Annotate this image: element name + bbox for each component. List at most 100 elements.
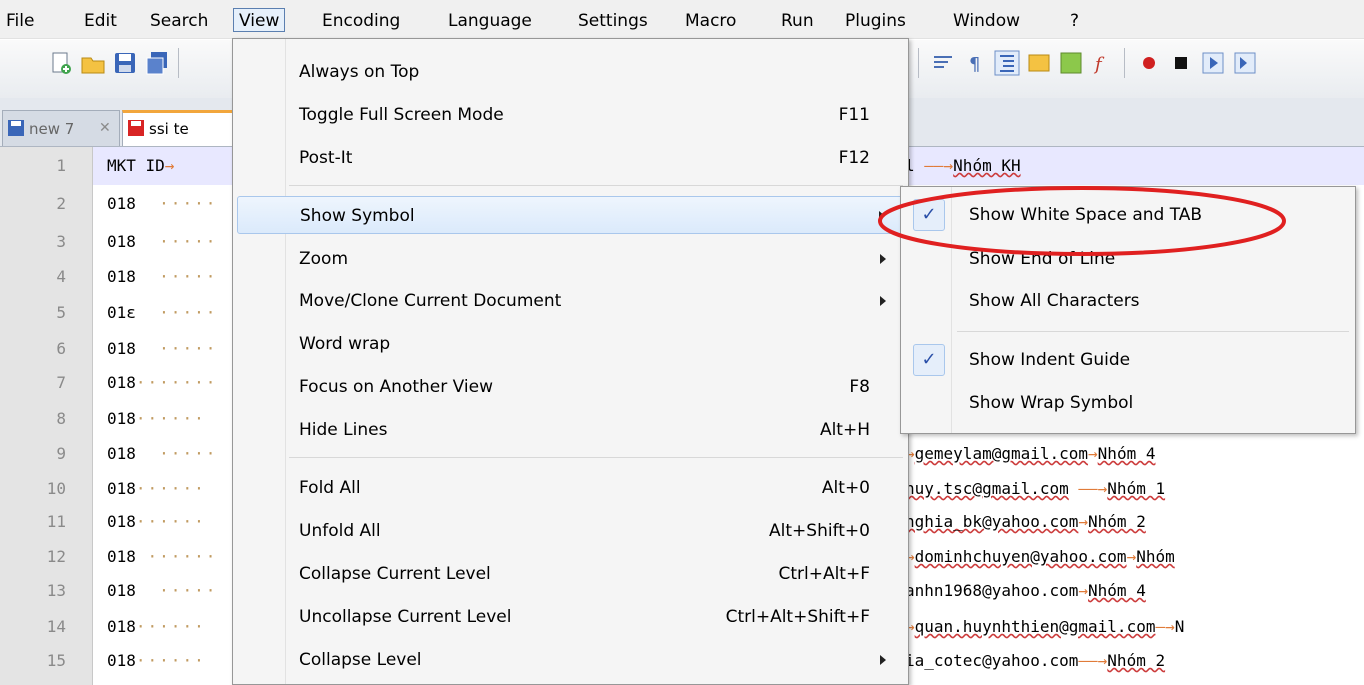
menu-item-shortcut: F8 <box>849 377 870 397</box>
submenu-item-show-end-of-line[interactable]: Show End of Line <box>905 239 1351 279</box>
submenu-arrow-icon <box>880 254 886 264</box>
menu-item-label: Hide Lines <box>299 420 388 440</box>
tab-arrow-icon: → <box>1126 547 1137 566</box>
menu-plugins[interactable]: Plugins <box>845 11 906 31</box>
code-line: 01ε ····· <box>107 303 217 322</box>
whitespace-dots: ····· <box>135 444 218 463</box>
menu-item-focus-another-view[interactable]: Focus on Another View F8 <box>237 368 904 406</box>
code-line: 018 ····· <box>107 444 217 463</box>
code-line: 018 ····· <box>107 581 217 600</box>
save-all-icon[interactable] <box>144 50 170 76</box>
line-number: 2 <box>56 194 66 213</box>
stop-macro-icon[interactable] <box>1168 50 1194 76</box>
code-line-right: l ——→Nhóm KH <box>905 156 1021 175</box>
menu-item-hide-lines[interactable]: Hide Lines Alt+H <box>237 411 904 449</box>
menu-bar: File Edit Search View Encoding Language … <box>0 0 1364 39</box>
menu-language[interactable]: Language <box>448 11 532 31</box>
save-icon[interactable] <box>112 50 138 76</box>
menu-item-post-it[interactable]: Post-It F12 <box>237 139 904 177</box>
tab-label: new 7 <box>29 120 75 138</box>
function-icon[interactable]: f <box>1090 50 1116 76</box>
line-number: 7 <box>56 373 66 392</box>
toolbar-separator <box>918 48 919 78</box>
line-number: 12 <box>46 547 66 566</box>
submenu-item-label: Show All Characters <box>969 291 1140 311</box>
code-value: 018 <box>107 479 136 498</box>
menu-item-shortcut: Ctrl+Alt+Shift+F <box>725 607 870 627</box>
menu-file[interactable]: File <box>6 11 34 31</box>
menu-item-word-wrap[interactable]: Word wrap <box>237 325 904 363</box>
code-line: 018······ <box>107 512 206 531</box>
menu-settings[interactable]: Settings <box>578 11 648 31</box>
menu-item-always-on-top[interactable]: Always on Top <box>237 53 904 91</box>
line-number-gutter: 1 2 3 4 5 6 7 8 9 10 11 12 13 14 15 <box>0 147 93 685</box>
menu-item-toggle-full-screen[interactable]: Toggle Full Screen Mode F11 <box>237 96 904 134</box>
open-file-icon[interactable] <box>80 50 106 76</box>
text-fragment: Nhóm KH <box>953 156 1021 175</box>
function-list-icon[interactable] <box>1058 50 1084 76</box>
new-file-icon[interactable] <box>48 50 74 76</box>
menu-encoding[interactable]: Encoding <box>322 11 400 31</box>
code-line: 018······ <box>107 651 206 670</box>
menu-separator <box>289 185 903 186</box>
menu-item-uncollapse-current-level[interactable]: Uncollapse Current Level Ctrl+Alt+Shift+F <box>237 598 904 636</box>
menu-item-collapse-level[interactable]: Collapse Level <box>237 641 904 679</box>
menu-item-shortcut: Alt+Shift+0 <box>769 521 870 541</box>
menu-item-unfold-all[interactable]: Unfold All Alt+Shift+0 <box>237 512 904 550</box>
toolbar-separator <box>1124 48 1125 78</box>
line-number: 3 <box>56 232 66 251</box>
whitespace-dots: ····· <box>135 267 218 286</box>
indent-guide-icon[interactable] <box>994 50 1020 76</box>
code-line: 018······· <box>107 373 217 392</box>
group-text: Nhóm 1 <box>1107 479 1166 498</box>
menu-macro[interactable]: Macro <box>685 11 736 31</box>
whitespace-dots: ····· <box>135 581 218 600</box>
code-value: 018 <box>107 194 136 213</box>
code-line: 018 ····· <box>107 267 217 286</box>
menu-item-show-symbol[interactable]: Show Symbol <box>237 196 904 234</box>
menu-view[interactable]: View <box>233 8 286 32</box>
whitespace-dots: ····· <box>135 232 218 251</box>
whitespace-dots: ······ <box>135 617 206 636</box>
menu-item-move-clone[interactable]: Move/Clone Current Document <box>237 282 904 320</box>
submenu-item-show-wrap-symbol[interactable]: Show Wrap Symbol <box>905 383 1351 423</box>
run-macro-multiple-icon[interactable] <box>1232 50 1258 76</box>
menu-item-label: Fold All <box>299 478 361 498</box>
code-value: 018 <box>107 547 136 566</box>
whitespace-dots: ······ <box>135 409 206 428</box>
pilcrow-icon[interactable]: ¶ <box>962 50 988 76</box>
menu-item-label: Word wrap <box>299 334 391 354</box>
menu-search[interactable]: Search <box>150 11 208 31</box>
doc-map-icon[interactable] <box>1026 50 1052 76</box>
menu-window[interactable]: Window <box>953 11 1020 31</box>
tab-ssi-te[interactable]: ssi te <box>122 110 234 146</box>
menu-run[interactable]: Run <box>781 11 814 31</box>
menu-item-fold-all[interactable]: Fold All Alt+0 <box>237 469 904 507</box>
code-value: 018 <box>107 267 136 286</box>
tab-arrow-icon: → <box>1088 444 1098 463</box>
menu-help[interactable]: ? <box>1070 11 1079 31</box>
tab-new-7[interactable]: new 7 ✕ <box>2 110 120 146</box>
email-text: dominhchuyen@yahoo.com <box>914 547 1127 566</box>
menu-item-label: Collapse Level <box>299 650 422 670</box>
group-text: Nhóm 2 <box>1107 651 1166 670</box>
menu-item-label: Toggle Full Screen Mode <box>299 105 504 125</box>
menu-item-collapse-current-level[interactable]: Collapse Current Level Ctrl+Alt+F <box>237 555 904 593</box>
play-macro-icon[interactable] <box>1200 50 1226 76</box>
code-line: 018 ····· <box>107 232 217 251</box>
view-menu-dropdown: Always on Top Toggle Full Screen Mode F11… <box>232 38 909 685</box>
line-number: 11 <box>46 512 66 531</box>
submenu-item-show-white-space-tab[interactable]: ✓ Show White Space and TAB <box>905 195 1351 235</box>
submenu-item-show-all-characters[interactable]: Show All Characters <box>905 281 1351 321</box>
submenu-item-show-indent-guide[interactable]: ✓ Show Indent Guide <box>905 340 1351 380</box>
close-tab-icon[interactable]: ✕ <box>99 120 111 136</box>
line-number: 8 <box>56 409 66 428</box>
menu-item-zoom[interactable]: Zoom <box>237 240 904 278</box>
record-macro-icon[interactable] <box>1136 50 1162 76</box>
line-number: 4 <box>56 267 66 286</box>
wrap-icon[interactable] <box>930 50 956 76</box>
whitespace-dots: ······ <box>135 547 218 566</box>
menu-edit[interactable]: Edit <box>84 11 117 31</box>
code-line-right: nghia_bk@yahoo.com→Nhóm 2 <box>905 512 1146 531</box>
header-text: MKT ID <box>107 156 165 175</box>
